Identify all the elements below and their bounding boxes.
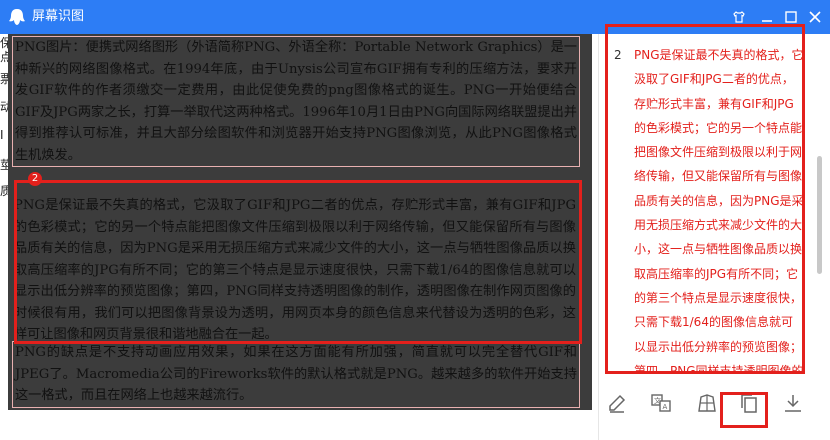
copy-button-highlight [720,392,768,428]
table-recognize-button[interactable] [692,388,722,418]
table-recognize-icon [698,394,716,412]
result-scrollbar[interactable] [817,156,822,274]
preview-bottom-strip [0,410,592,440]
maximize-icon [785,11,797,23]
edit-icon [609,394,626,413]
translate-icon: 文 A [651,394,671,412]
minimize-icon [762,20,772,22]
window-title: 屏幕识图 [32,9,85,24]
download-icon [785,395,801,412]
result-block-number: 2 [614,48,622,62]
edit-button[interactable] [602,388,632,418]
text-block-3[interactable]: PNG的缺点是不支持动画应用效果，如果在这方面能有所加强，简直就可以完全替代GI… [12,341,580,408]
text-block-1[interactable]: PNG图片：便携式网络图形（外语简称PNG、外语全称：Portable Netw… [12,36,580,167]
svg-text:A: A [663,403,668,411]
result-panel: 2 PNG是保证最不失真的格式，它汲取了GIF和JPG二者的优点，存贮形式丰富，… [600,24,830,440]
app-logo-icon [8,8,26,26]
selected-block-highlight[interactable] [14,180,582,344]
background-text: I [0,128,4,142]
close-icon [809,11,821,23]
panel-divider [598,34,599,440]
svg-text:文: 文 [654,396,661,405]
tshirt-icon [733,11,745,23]
result-text-box[interactable]: 2 PNG是保证最不失真的格式，它汲取了GIF和JPG二者的优点，存贮形式丰富，… [605,24,805,374]
translate-button[interactable]: 文 A [646,388,676,418]
selected-block-badge: 2 [28,172,42,186]
download-button[interactable] [778,388,808,418]
result-text[interactable]: PNG是保证最不失真的格式，它汲取了GIF和JPG二者的优点，存贮形式丰富，兼有… [634,43,802,371]
